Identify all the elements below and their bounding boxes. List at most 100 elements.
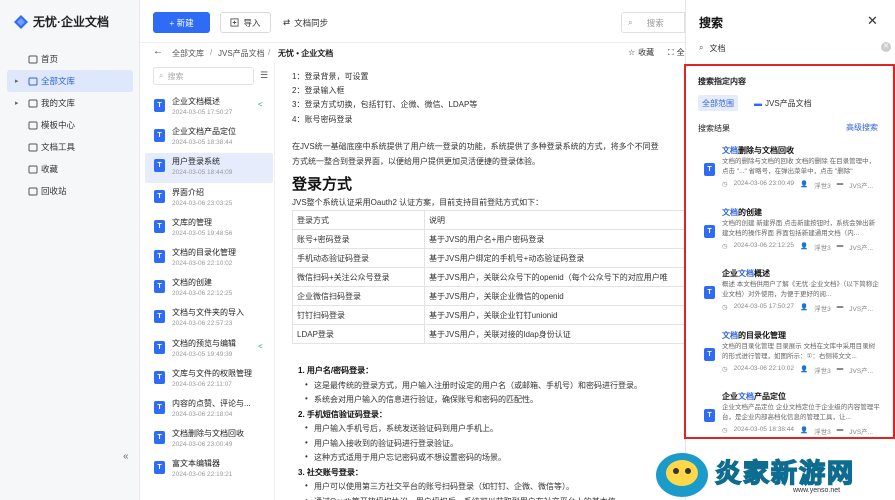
list-item-title: 用户登录系统 [172, 157, 220, 167]
support-paragraph: JVS整个系统认证采用Oauth2 认证方案，目前支持目前登陆方式如下： [292, 198, 544, 207]
logo-icon [14, 14, 28, 29]
list-search-placeholder: 搜索 [167, 71, 184, 81]
table-row: 微信扫码+关注公众号登录 基于JVS用户，关联公众号下的openid（每个公众号下… [292, 267, 685, 287]
document-icon: T [154, 250, 165, 263]
top-search-input[interactable]: ⌕ 搜索 [621, 12, 685, 33]
table-cell: 钉钉扫码登录 [292, 305, 425, 325]
table-row: LDAP登录 基于JVS用户，关联对接的ldap身份认证 [292, 324, 685, 344]
app-window: 无忧·企业文档 首页 ▸ 全部文库 ▸ 我的文库 模板中心 文档工具 收藏 回收站 « + 新建… [0, 0, 895, 500]
table-cell: 账号+密码登录 [292, 229, 425, 249]
list-item-title: 文档与文件夹的导入 [172, 308, 244, 318]
share-icon[interactable]: < [258, 100, 263, 109]
list-item[interactable]: T 富文本编辑器 2024-03-06 22:19:21 [145, 455, 273, 485]
list-item[interactable]: T 文档删除与文档回收 2024-03-06 23:00:49 [145, 425, 273, 455]
table-cell: 基于JVS的用户名+用户密码登录 [424, 229, 685, 249]
document-icon: T [154, 370, 165, 384]
fullscreen-label: 全 [676, 48, 685, 57]
table-cell: 基于JVS用户，关联企业钉钉unionid [424, 305, 685, 325]
table-header-cell: 登录方式 [292, 210, 425, 230]
bullet-item: 系统会对用户输入的信息进行验证，确保账号和密码的匹配性。 [314, 395, 538, 404]
step-line: 4：账号密码登录 [292, 115, 353, 124]
intro-paragraph: 方式统一整合到登录界面，以便给用户提供更加灵活便捷的登录体验。 [292, 157, 540, 166]
breadcrumb-item-all[interactable]: 全部文库 [172, 48, 204, 59]
table-cell: 基于JVS用户绑定的手机号+动态验证码登录 [424, 248, 685, 268]
sort-icon[interactable]: ☰ [260, 70, 268, 81]
bullet-dot: • [305, 495, 308, 500]
breadcrumb-separator: / [268, 48, 271, 57]
sidebar-item[interactable]: ▸ 全部文库 [7, 70, 133, 92]
search-query: 文档 [709, 43, 726, 53]
list-item[interactable]: T 企业文档概述 2024-03-05 17:50:27 < [145, 93, 273, 123]
list-item[interactable]: T 文档的预览与编辑 2024-03-05 19:49:39 < [145, 335, 273, 365]
step-line: 1：登录背景，可设置 [292, 72, 369, 81]
table-header-cell: 说明 [424, 210, 685, 230]
new-button[interactable]: + 新建 [153, 12, 210, 33]
sidebar-menu: 首页 ▸ 全部文库 ▸ 我的文库 模板中心文档工具收藏 回收站 [0, 48, 140, 202]
app-logo[interactable]: 无忧·企业文档 [13, 13, 109, 30]
fullscreen-button[interactable]: ⛶ 全 [668, 47, 685, 58]
expand-icon: ⛶ [668, 47, 674, 57]
table-cell: 企业微信扫码登录 [292, 286, 425, 306]
share-icon[interactable]: < [258, 342, 263, 351]
panel-search-input[interactable]: ⌕ 文档 ✕ [695, 38, 891, 58]
sidebar-item[interactable]: 回收站 [7, 180, 133, 202]
list-item[interactable]: T 文档的创建 2024-03-06 22:12:25 [145, 274, 273, 304]
bullet-item: 这是最传统的登录方式，用户输入注册时设定的用户名（或邮箱、手机号）和密码进行登录… [314, 380, 642, 390]
bullet-item: 用户可以使用第三方社交平台的账号扫码登录（如钉钉、企微、微信等）。 [314, 482, 574, 491]
table-row: 钉钉扫码登录 基于JVS用户，关联企业钉钉unionid [292, 305, 685, 325]
table-cell: 基于JVS用户，关联对接的ldap身份认证 [424, 324, 685, 344]
list-item-date: 2024-03-05 17:50:27 [172, 109, 233, 116]
watermark-text: 炎家新游网 [714, 457, 856, 489]
list-section-heading: 3. 社交账号登录： [298, 467, 363, 477]
list-item-date: 2024-03-06 22:57:23 [172, 320, 233, 328]
list-item[interactable]: T 文库的管理 2024-03-05 19:48:56 [145, 214, 273, 244]
import-button[interactable]: 导入 [220, 12, 271, 33]
bullet-dot: • [305, 394, 308, 403]
bullet-dot: • [305, 481, 308, 490]
close-icon[interactable]: ✕ [867, 13, 878, 29]
sync-label: 文档同步 [294, 17, 329, 28]
sync-button[interactable]: ⇄ 文档同步 [283, 12, 328, 33]
sidebar-item-label: 文档工具 [41, 142, 76, 152]
clear-icon[interactable]: ✕ [881, 42, 891, 52]
sidebar-item[interactable]: 首页 [7, 48, 133, 70]
list-item[interactable]: T 内容的点赞、评论与... 2024-03-06 22:18:04 [145, 395, 273, 425]
collapse-sidebar-button[interactable]: « [123, 451, 129, 462]
list-item-title: 企业文档产品定位 [172, 127, 236, 137]
search-icon: ⌕ [628, 17, 633, 27]
list-search-input[interactable]: ⌕ 搜索 [153, 67, 254, 85]
document-icon: T [154, 340, 165, 354]
sidebar-item-label: 首页 [41, 54, 59, 64]
list-item-date: 2024-03-06 22:12:25 [172, 290, 233, 298]
sidebar-item[interactable]: ▸ 我的文库 [7, 92, 133, 114]
list-item[interactable]: T 文档的目录化管理 2024-03-06 22:10:02 [145, 244, 273, 274]
app-title: 无忧·企业文档 [33, 15, 109, 29]
caret-icon: ▸ [15, 100, 19, 107]
list-item[interactable]: T 企业文档产品定位 2024-03-05 18:38:44 [145, 123, 273, 153]
list-item-date: 2024-03-06 23:03:25 [172, 199, 233, 207]
list-item[interactable]: T 文库与文件的权限管理 2024-03-06 22:11:07 [145, 365, 273, 395]
search-panel-title: 搜索 [699, 16, 724, 30]
list-item[interactable]: T 用户登录系统 2024-03-05 18:44:09 [145, 153, 273, 184]
list-item-title: 文档的创建 [172, 278, 212, 288]
list-item-date: 2024-03-06 22:11:07 [172, 380, 232, 388]
breadcrumb-item-jvs[interactable]: JVS产品文档 [218, 48, 265, 59]
list-item-title: 界面介绍 [172, 187, 204, 197]
list-item[interactable]: T 界面介绍 2024-03-06 23:03:25 [145, 184, 273, 214]
sidebar-item[interactable]: 收藏 [7, 158, 133, 180]
intro-paragraph: 在JVS统一基础底座中系统提供了用户统一登录的功能，系统提供了多种登录系统的方式… [292, 142, 659, 151]
document-icon: T [154, 159, 165, 173]
list-item[interactable]: T 文档与文件夹的导入 2024-03-06 22:57:23 [145, 304, 273, 334]
table-row: 企业微信扫码登录 基于JVS用户，关联企业微信的openid [292, 286, 685, 306]
table-cell: 手机动态验证码登录 [292, 248, 425, 268]
back-arrow-icon[interactable]: ← [153, 46, 163, 57]
bullet-dot: • [305, 452, 308, 461]
list-item-title: 文库与文件的权限管理 [172, 368, 252, 378]
sidebar-item[interactable]: 文档工具 [7, 136, 133, 158]
watermark-logo: 炎家新游网 www.yenso.net [647, 445, 895, 500]
favorite-button[interactable]: ☆ 收藏 [628, 47, 654, 58]
watermark-badge-icon [656, 453, 708, 497]
list-item-date: 2024-03-06 22:18:04 [172, 411, 233, 418]
sidebar-item[interactable]: 模板中心 [7, 114, 133, 136]
list-item-title: 文库的管理 [172, 217, 212, 227]
